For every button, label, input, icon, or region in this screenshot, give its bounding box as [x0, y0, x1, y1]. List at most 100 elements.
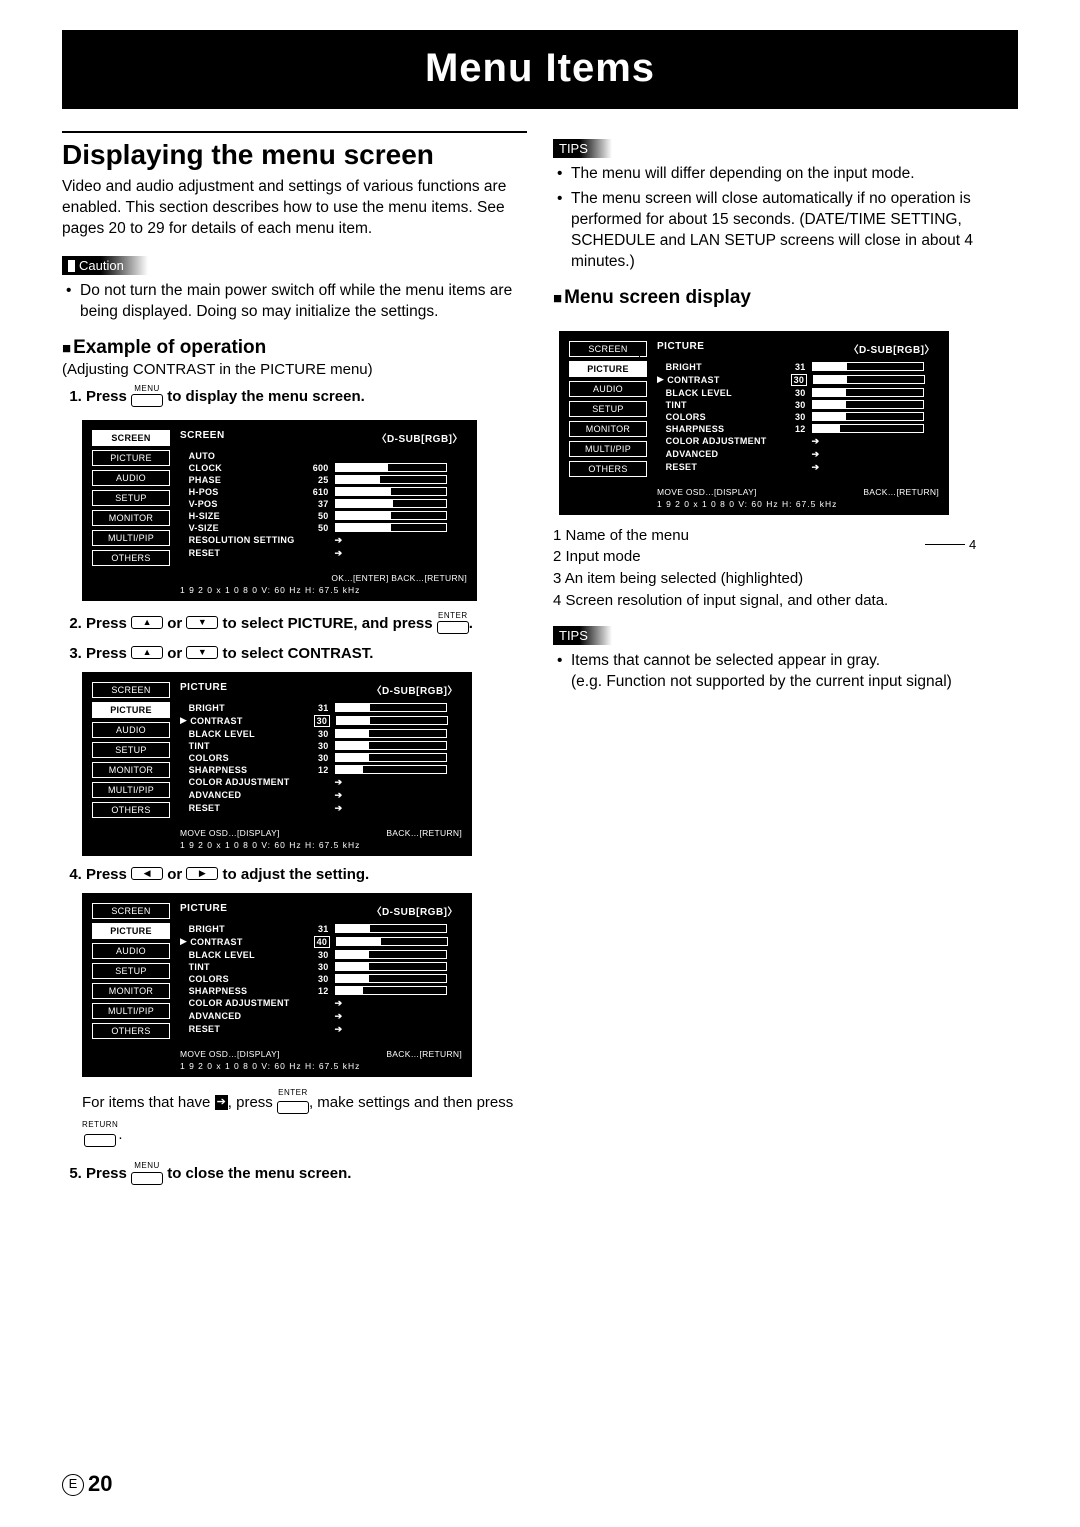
osd-item: ADVANCED➔ — [180, 1011, 462, 1022]
osd-tab: SCREEN — [92, 682, 170, 698]
tips-item: The menu will differ depending on the in… — [571, 164, 1018, 185]
legend-item: Screen resolution of input signal, and o… — [553, 590, 1018, 612]
tips-label-2: TIPS — [553, 626, 612, 645]
osd-tab: PICTURE — [92, 702, 170, 718]
osd-tab: MULTI/PIP — [92, 1003, 170, 1019]
osd-item: ▶CONTRAST30 — [180, 715, 462, 727]
osd-title: PICTURE — [657, 341, 704, 356]
osd-item: PHASE25 — [180, 475, 467, 485]
tips-list-2: Items that cannot be selected appear in … — [553, 651, 1018, 693]
enter-arrow-icon: ➔ — [215, 1095, 228, 1110]
steps-list-4: Press ◀ or ▶ to adjust the setting. — [62, 866, 527, 883]
osd-item: ADVANCED➔ — [657, 449, 939, 460]
page-prefix-icon: E — [62, 1474, 84, 1496]
osd-tab: AUDIO — [92, 943, 170, 959]
osd-tab: MULTI/PIP — [92, 782, 170, 798]
caution-label: Caution — [62, 256, 148, 275]
osd-item: TINT30 — [180, 962, 462, 972]
down-key-icon: ▼ — [186, 616, 218, 629]
osd-item: ▶CONTRAST40 — [180, 936, 462, 948]
osd-item: AUTO — [180, 451, 467, 461]
osd-title: PICTURE — [180, 903, 227, 918]
legend-item: An item being selected (highlighted) — [553, 568, 1018, 590]
enter-key-icon — [277, 1101, 309, 1114]
osd-item: ▶CONTRAST30 — [657, 374, 939, 386]
page-title: Menu Items — [62, 30, 1018, 109]
osd-tab: PICTURE — [569, 361, 647, 377]
osd-tab: PICTURE — [92, 450, 170, 466]
osd-picture-menu-40: SCREENPICTUREAUDIOSETUPMONITORMULTI/PIPO… — [82, 893, 472, 1077]
steps-list-5: Press MENU to close the menu screen. — [62, 1161, 527, 1187]
example-head: Example of operation — [62, 337, 527, 359]
osd-tab: MULTI/PIP — [569, 441, 647, 457]
callout-1: 1 — [635, 329, 642, 344]
menu-key-icon — [131, 394, 163, 407]
legend-item: Input mode — [553, 546, 1018, 568]
example-sub: (Adjusting CONTRAST in the PICTURE menu) — [62, 361, 527, 378]
step-4: Press ◀ or ▶ to adjust the setting. — [86, 866, 527, 883]
osd-tab: AUDIO — [92, 722, 170, 738]
tips-item: The menu screen will close automatically… — [571, 189, 1018, 273]
osd-item: COLORS30 — [180, 753, 462, 763]
osd-item: COLORS30 — [657, 412, 939, 422]
step-3: Press ▲ or ▼ to select CONTRAST. — [86, 645, 527, 662]
return-key-icon — [84, 1134, 116, 1147]
osd-input: 〈D-SUB[RGB]〉 — [848, 341, 935, 356]
osd-item: SHARPNESS12 — [657, 424, 939, 434]
steps-list: Press MENU to display the menu screen. — [62, 384, 527, 410]
osd-item: COLORS30 — [180, 974, 462, 984]
osd-item: BRIGHT31 — [180, 924, 462, 934]
osd-tab: OTHERS — [92, 550, 170, 566]
intro-text: Video and audio adjustment and settings … — [62, 177, 527, 240]
osd-tab: SETUP — [569, 401, 647, 417]
osd-item: H-POS610 — [180, 487, 467, 497]
osd-title: PICTURE — [180, 682, 227, 697]
osd-item: SHARPNESS12 — [180, 986, 462, 996]
tips-item: Items that cannot be selected appear in … — [571, 651, 1018, 693]
callout-4: 4 — [969, 537, 976, 552]
osd-item: V-POS37 — [180, 499, 467, 509]
osd-screen-menu: SCREENPICTUREAUDIOSETUPMONITORMULTI/PIPO… — [82, 420, 477, 601]
osd-tab: MONITOR — [92, 983, 170, 999]
osd-item: COLOR ADJUSTMENT➔ — [657, 436, 939, 447]
osd-tab: AUDIO — [92, 470, 170, 486]
after-text: For items that have ➔, press ENTER, make… — [82, 1087, 527, 1151]
osd-item: V-SIZE50 — [180, 523, 467, 533]
up-key-icon: ▲ — [131, 646, 163, 659]
osd-tab: MONITOR — [569, 421, 647, 437]
osd-item: CLOCK600 — [180, 463, 467, 473]
enter-key-icon — [437, 621, 469, 634]
osd-item: ADVANCED➔ — [180, 790, 462, 801]
osd-item: H-SIZE50 — [180, 511, 467, 521]
steps-list-2: Press ▲ or ▼ to select PICTURE, and pres… — [62, 611, 527, 662]
osd-item: TINT30 — [180, 741, 462, 751]
step-1: Press MENU to display the menu screen. — [86, 384, 527, 410]
down-key-icon: ▼ — [186, 646, 218, 659]
osd-item: COLOR ADJUSTMENT➔ — [180, 777, 462, 788]
osd-item: TINT30 — [657, 400, 939, 410]
osd-item: RESOLUTION SETTING➔ — [180, 535, 467, 546]
osd-tab: OTHERS — [92, 1023, 170, 1039]
osd-tab: SETUP — [92, 490, 170, 506]
osd-item: RESET➔ — [180, 803, 462, 814]
osd-item: RESET➔ — [180, 548, 467, 559]
step-5: Press MENU to close the menu screen. — [86, 1161, 527, 1187]
osd-item: SHARPNESS12 — [180, 765, 462, 775]
caution-list: Do not turn the main power switch off wh… — [62, 281, 527, 323]
osd-menu-display: SCREENPICTUREAUDIOSETUPMONITORMULTI/PIPO… — [559, 331, 949, 515]
up-key-icon: ▲ — [131, 616, 163, 629]
osd-tab: AUDIO — [569, 381, 647, 397]
osd-tab: SCREEN — [92, 430, 170, 446]
menu-display-figure: 1 3 2 4 SCREENPICTUREAUDIOSETUPMONITORMU… — [553, 331, 1018, 515]
osd-input: 〈D-SUB[RGB]〉 — [371, 903, 458, 918]
osd-item: BLACK LEVEL30 — [180, 729, 462, 739]
osd-tab: PICTURE — [92, 923, 170, 939]
osd-tab: SCREEN — [92, 903, 170, 919]
osd-input: 〈D-SUB[RGB]〉 — [371, 682, 458, 697]
legend-list: Name of the menu Input mode An item bein… — [553, 525, 1018, 612]
osd-tab: OTHERS — [92, 802, 170, 818]
osd-item: BRIGHT31 — [657, 362, 939, 372]
menu-display-head: Menu screen display — [553, 287, 1018, 309]
tips-list-1: The menu will differ depending on the in… — [553, 164, 1018, 273]
osd-picture-menu-30: SCREENPICTUREAUDIOSETUPMONITORMULTI/PIPO… — [82, 672, 472, 856]
